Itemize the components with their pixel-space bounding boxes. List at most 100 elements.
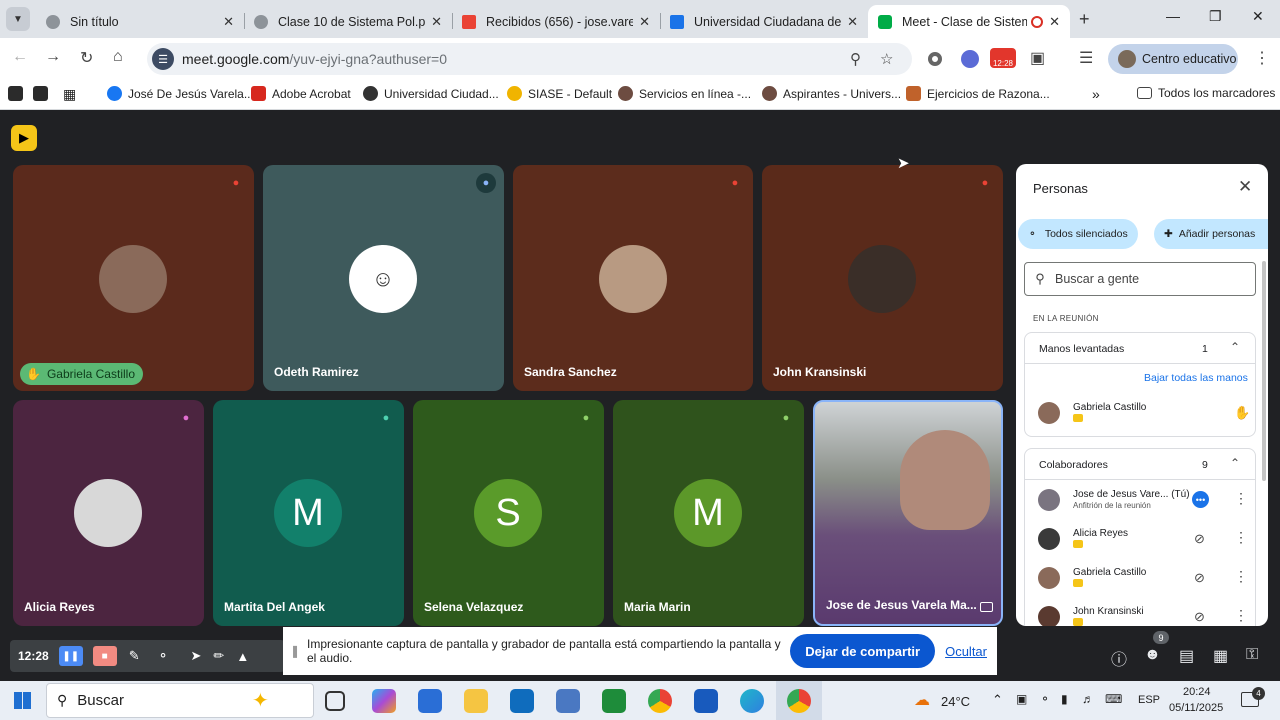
host-controls-icon[interactable]: ⚿ [1246, 646, 1258, 664]
taskbar-search[interactable]: ⚲ Buscar ✦ [46, 683, 314, 718]
chrome-icon[interactable] [648, 689, 672, 713]
reload-icon[interactable]: ↻ [80, 48, 93, 68]
highlighter-icon[interactable]: ▲ [236, 649, 249, 664]
panel-scrollbar[interactable] [1262, 261, 1266, 481]
list-item[interactable]: Alicia Reyes ⊘ ⋮ [1038, 525, 1258, 555]
list-item[interactable]: Gabriela Castillo ✋ [1038, 399, 1258, 429]
more-bookmarks-icon[interactable]: » [1092, 86, 1100, 102]
puzzle-icon[interactable]: ▣ [1030, 48, 1045, 68]
restore-button[interactable]: ❐ [1209, 8, 1222, 25]
app-icon[interactable] [602, 689, 626, 713]
close-tab-icon[interactable]: ✕ [1049, 14, 1060, 30]
close-window-button[interactable]: ✕ [1252, 8, 1264, 25]
mic-icon[interactable]: ⚬ [158, 648, 169, 664]
mic-off-icon[interactable]: ⊘ [1194, 531, 1205, 547]
hide-banner-link[interactable]: Ocultar [945, 644, 987, 659]
new-tab-button[interactable]: + [1079, 9, 1090, 30]
outlook-icon[interactable] [510, 689, 534, 713]
bookmark-item[interactable]: Ejercicios de Razona... [906, 86, 1050, 101]
participant-tile[interactable]: ● Sandra Sanchez [513, 165, 753, 391]
bookmark-item[interactable]: Servicios en línea -... [618, 86, 751, 101]
battery-icon[interactable]: ▮ [1061, 692, 1068, 706]
bookmark-item[interactable]: José De Jesús Varela... [107, 86, 254, 101]
keyboard-icon[interactable]: ⌨ [1105, 692, 1122, 706]
all-bookmarks-button[interactable]: Todos los marcadores [1137, 86, 1275, 100]
mic-icon[interactable]: ⚬ [1040, 692, 1050, 706]
add-people-button[interactable]: ✚ Añadir personas [1154, 219, 1268, 249]
pause-icon[interactable]: ❚❚ [58, 646, 83, 666]
mic-off-icon[interactable]: ⊘ [1194, 570, 1205, 586]
bookmark-item[interactable]: Universidad Ciudad... [363, 86, 499, 101]
mic-off-icon[interactable]: ⊘ [1194, 609, 1205, 625]
clock-extension-icon[interactable]: 12:28 [990, 48, 1016, 68]
home-icon[interactable]: ⌂ [113, 48, 123, 66]
store-icon[interactable] [418, 689, 442, 713]
hand-icon[interactable]: ✋ [1234, 405, 1250, 421]
record-extension-icon[interactable] [928, 52, 942, 66]
info-icon[interactable]: ⓘ [1111, 646, 1127, 670]
forward-icon[interactable]: → [45, 48, 61, 66]
close-tab-icon[interactable]: ✕ [431, 14, 442, 30]
copilot-icon[interactable] [372, 689, 396, 713]
tab-search-button[interactable]: ▼ [6, 7, 30, 31]
participant-tile[interactable]: ● Alicia Reyes [13, 400, 204, 626]
close-tab-icon[interactable]: ✕ [847, 14, 858, 30]
tab-meet[interactable]: Meet - Clase de Sistema ✕ [868, 5, 1070, 38]
participant-tile[interactable]: M ● Maria Marin [613, 400, 804, 626]
bookmark-star-icon[interactable]: ☆ [880, 50, 893, 68]
address-bar[interactable]: ☰ meet.google.com/yuv-ejyi-gna?authuser=… [147, 43, 912, 75]
tab-sin-titulo[interactable]: Sin título ✕ [36, 5, 244, 38]
list-item[interactable]: Gabriela Castillo ⊘ ⋮ [1038, 564, 1258, 594]
word-icon[interactable] [694, 689, 718, 713]
edge-icon[interactable] [740, 689, 764, 713]
cursor-icon[interactable]: ➤ [191, 648, 202, 664]
people-icon[interactable]: ☻ [1144, 646, 1161, 664]
back-icon[interactable]: ← [12, 48, 28, 66]
participant-tile[interactable]: S ● Selena Velazquez [413, 400, 604, 626]
media-control-icon[interactable]: ☰ [1079, 48, 1093, 68]
participant-tile[interactable]: ● John Kransinski [762, 165, 1003, 391]
zoom-search-icon[interactable]: ⚲ [850, 50, 861, 68]
more-options-icon[interactable]: ⋮ [1234, 529, 1248, 546]
apps-grid-icon[interactable]: ▦ [63, 86, 76, 103]
profile-button[interactable]: Centro educativo [1108, 44, 1238, 74]
clock-time[interactable]: 20:24 [1183, 686, 1211, 698]
search-people-input[interactable]: ⚲ Buscar a gente [1024, 262, 1256, 296]
clock-date[interactable]: 05/11/2025 [1169, 702, 1223, 714]
tab-gmail[interactable]: Recibidos (656) - jose.varela ✕ [452, 5, 660, 38]
lower-all-hands-button[interactable]: Bajar todas las manos [1144, 372, 1248, 384]
bookmark-app-1[interactable] [8, 86, 23, 101]
language-indicator[interactable]: ESP [1138, 694, 1160, 706]
tab-clase-pdf[interactable]: Clase 10 de Sistema Pol.pdf ✕ [244, 5, 452, 38]
list-item[interactable]: Jose de Jesus Vare... (Tú) Anfitrión de … [1038, 486, 1258, 516]
participant-tile[interactable]: M ● Martita Del Angek [213, 400, 404, 626]
app-icon[interactable] [556, 689, 580, 713]
chevron-up-icon[interactable]: ⌃ [1230, 456, 1240, 470]
participant-tile[interactable]: ● ✋ Gabriela Castillo [13, 165, 254, 391]
tab-universidad[interactable]: Universidad Ciudadana de N ✕ [660, 5, 868, 38]
task-view-icon[interactable] [325, 691, 345, 711]
volume-icon[interactable]: ♬ [1082, 692, 1094, 706]
participant-tile[interactable]: ☺ ● Odeth Ramirez [263, 165, 504, 391]
stop-icon[interactable]: ■ [92, 646, 117, 666]
self-video-tile[interactable]: Jose de Jesus Varela Ma... [813, 400, 1003, 626]
minimize-button[interactable]: — [1166, 8, 1180, 24]
mute-all-button[interactable]: ⚬ Todos silenciados [1018, 219, 1138, 249]
site-info-icon[interactable]: ☰ [152, 48, 174, 70]
more-options-icon[interactable]: ⋮ [1234, 568, 1248, 585]
meet-tray-icon[interactable]: ▣ [1016, 692, 1027, 706]
activities-icon[interactable]: ▦ [1213, 646, 1228, 666]
bookmark-item[interactable]: Adobe Acrobat [251, 86, 351, 101]
close-panel-icon[interactable]: ✕ [1238, 177, 1252, 197]
stop-sharing-button[interactable]: Dejar de compartir [790, 634, 936, 668]
extension-icon[interactable] [961, 50, 979, 68]
start-icon[interactable] [14, 692, 31, 709]
pen-icon[interactable]: ✏ [213, 648, 224, 664]
more-options-icon[interactable]: ⋮ [1234, 607, 1248, 624]
menu-dots-icon[interactable]: ⋮ [1254, 48, 1270, 68]
chrome-profile-icon[interactable] [787, 689, 811, 713]
close-tab-icon[interactable]: ✕ [223, 14, 234, 30]
bookmark-item[interactable]: SIASE - Default [507, 86, 612, 101]
weather-icon[interactable]: ☁ [914, 690, 930, 710]
weather-temp[interactable]: 24°C [941, 694, 970, 709]
